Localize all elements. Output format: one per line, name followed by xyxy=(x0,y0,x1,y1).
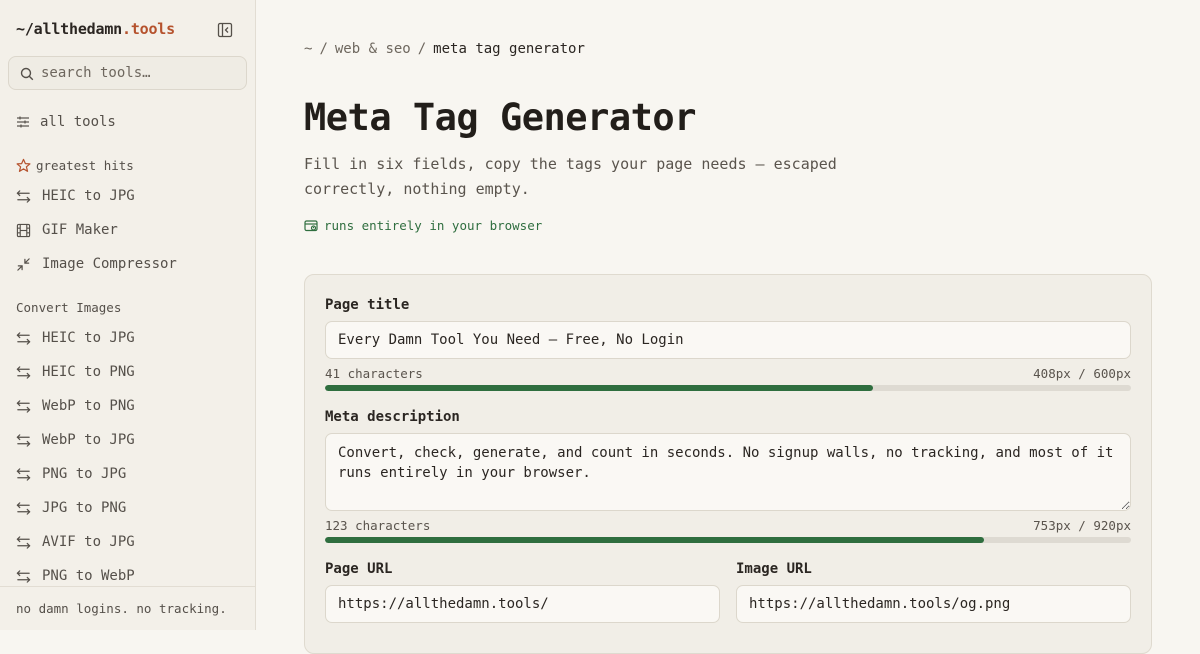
page-url-label: Page URL xyxy=(325,561,393,577)
group-title: greatest hits xyxy=(36,158,134,173)
sidebar-item-label: PNG to JPG xyxy=(42,466,127,482)
page-title-char-count: 41 characters xyxy=(325,366,423,381)
sidebar-item-label: JPG to PNG xyxy=(42,500,127,516)
page-title-stats: 41 characters 408px / 600px xyxy=(325,366,1131,381)
brand-suffix: .tools xyxy=(121,20,175,38)
page-title-length-bar xyxy=(325,385,1131,391)
convert-arrows-icon xyxy=(16,399,31,414)
meta-description-textarea[interactable]: Convert, check, generate, and count in s… xyxy=(325,433,1131,511)
breadcrumb-section[interactable]: web & seo xyxy=(335,41,411,57)
page-title: Meta Tag Generator xyxy=(304,96,696,139)
meta-description-pixel-width: 753px / 920px xyxy=(1033,518,1131,533)
sidebar-item-label: HEIC to PNG xyxy=(42,364,135,380)
brand-prefix: ~/ xyxy=(16,20,34,38)
sidebar-item-heic-to-jpg[interactable]: HEIC to JPG xyxy=(16,184,135,208)
meta-description-char-count: 123 characters xyxy=(325,518,431,533)
sidebar-item-label: WebP to PNG xyxy=(42,398,135,414)
search-icon xyxy=(20,67,34,81)
sidebar: ~/allthedamn.tools all tools greatest hi… xyxy=(0,0,256,630)
page-url-input[interactable] xyxy=(325,585,720,623)
breadcrumb: ~ / web & seo / meta tag generator xyxy=(304,41,585,57)
breadcrumb-current: meta tag generator xyxy=(433,41,585,57)
sidebar-item-heic-to-png[interactable]: HEIC to PNG xyxy=(16,360,135,384)
convert-arrows-icon xyxy=(16,433,31,448)
convert-arrows-icon xyxy=(16,331,31,346)
browser-icon xyxy=(304,219,318,231)
brand-name: allthedamn xyxy=(33,20,123,38)
sidebar-collapse-icon xyxy=(217,22,233,38)
group-title: Convert Images xyxy=(16,300,122,315)
sidebar-item-image-compressor[interactable]: Image Compressor xyxy=(16,252,177,276)
sidebar-item-label: HEIC to JPG xyxy=(42,330,135,346)
sidebar-item-label: PNG to WebP xyxy=(42,568,135,584)
sidebar-item-jpg-to-png[interactable]: JPG to PNG xyxy=(16,496,126,520)
sidebar-item-label: WebP to JPG xyxy=(42,432,135,448)
sidebar-item-label: all tools xyxy=(40,114,116,130)
sidebar-item-all-tools[interactable]: all tools xyxy=(16,110,116,134)
sidebar-item-webp-to-jpg[interactable]: WebP to JPG xyxy=(16,428,135,452)
film-icon xyxy=(16,223,31,238)
main-content: ~ / web & seo / meta tag generator Meta Tag … xyxy=(256,0,1200,654)
sidebar-item-webp-to-png[interactable]: WebP to PNG xyxy=(16,394,135,418)
sidebar-item-heic-to-jpg[interactable]: HEIC to JPG xyxy=(16,326,135,350)
sidebar-item-png-to-webp[interactable]: PNG to WebP xyxy=(16,564,135,588)
collapse-sidebar-button[interactable] xyxy=(217,22,233,38)
meta-description-stats: 123 characters 753px / 920px xyxy=(325,518,1131,533)
image-url-input[interactable] xyxy=(736,585,1131,623)
breadcrumb-separator: / xyxy=(417,41,427,57)
group-header-convert-images: Convert Images xyxy=(16,300,121,315)
sidebar-item-label: AVIF to JPG xyxy=(42,534,135,550)
meta-description-length-fill xyxy=(325,537,985,543)
convert-arrows-icon xyxy=(16,189,31,204)
meta-description-label: Meta description xyxy=(325,409,460,425)
sidebar-item-avif-to-jpg[interactable]: AVIF to JPG xyxy=(16,530,135,554)
sliders-icon xyxy=(17,116,29,128)
page-title-label: Page title xyxy=(325,297,410,313)
search-input[interactable] xyxy=(41,57,236,89)
badge-label: runs entirely in your browser xyxy=(324,218,543,233)
convert-arrows-icon xyxy=(16,501,31,516)
sidebar-footer: no damn logins. no tracking. xyxy=(0,586,255,630)
group-header-greatest-hits: greatest hits xyxy=(16,158,134,173)
meta-description-length-bar xyxy=(325,537,1131,543)
convert-arrows-icon xyxy=(16,535,31,550)
page-title-length-fill xyxy=(325,385,874,391)
meta-form-card: Page title 41 characters 408px / 600px M… xyxy=(304,274,1152,654)
local-processing-badge: runs entirely in your browser xyxy=(304,218,542,233)
search-box xyxy=(8,56,247,90)
compress-icon xyxy=(16,257,31,272)
convert-arrows-icon xyxy=(16,569,31,584)
sidebar-item-gif-maker[interactable]: GIF Maker xyxy=(16,218,118,242)
convert-arrows-icon xyxy=(16,365,31,380)
page-subtitle: Fill in six fields, copy the tags your p… xyxy=(304,155,837,198)
sidebar-item-label: GIF Maker xyxy=(42,222,118,238)
page-title-input[interactable] xyxy=(325,321,1131,359)
breadcrumb-separator: / xyxy=(319,41,328,57)
image-url-label: Image URL xyxy=(736,561,812,577)
sidebar-item-png-to-jpg[interactable]: PNG to JPG xyxy=(16,462,126,486)
star-icon xyxy=(16,158,31,172)
convert-arrows-icon xyxy=(16,467,31,482)
sidebar-item-label: Image Compressor xyxy=(42,256,177,272)
breadcrumb-root[interactable]: ~ xyxy=(304,41,312,57)
brand-logo[interactable]: ~/allthedamn.tools xyxy=(16,20,175,38)
page-title-pixel-width: 408px / 600px xyxy=(1033,366,1131,381)
sidebar-item-label: HEIC to JPG xyxy=(42,188,135,204)
